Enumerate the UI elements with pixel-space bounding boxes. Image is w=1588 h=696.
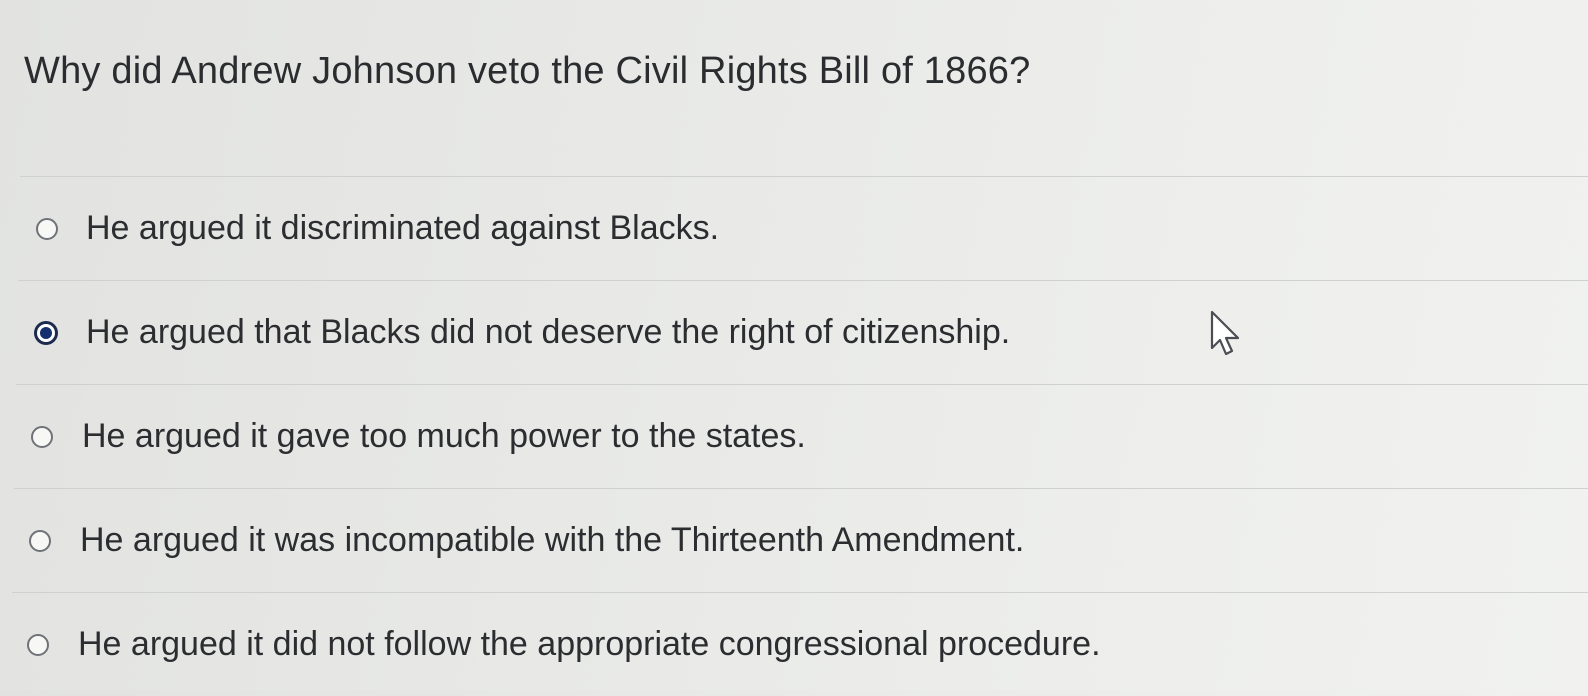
radio-button-icon[interactable] (29, 529, 51, 552)
radio-button-icon[interactable] (31, 425, 53, 448)
answer-option-3[interactable]: He argued it gave too much power to the … (0, 385, 1588, 488)
mouse-pointer-icon (1210, 310, 1240, 356)
question-text: Why did Andrew Johnson veto the Civil Ri… (24, 50, 1031, 92)
answer-label: He argued it did not follow the appropri… (78, 625, 1101, 663)
answer-option-2[interactable]: He argued that Blacks did not deserve th… (0, 281, 1588, 384)
answer-label: He argued it discriminated against Black… (86, 209, 720, 247)
radio-button-selected-icon[interactable] (35, 321, 57, 344)
answer-option-5[interactable]: He argued it did not follow the appropri… (0, 593, 1588, 696)
answer-option-1[interactable]: He argued it discriminated against Black… (0, 177, 1588, 280)
answer-list: He argued it discriminated against Black… (0, 176, 1588, 696)
answer-label: He argued that Blacks did not deserve th… (86, 313, 1011, 351)
answer-label: He argued it gave too much power to the … (82, 417, 806, 455)
radio-button-icon[interactable] (27, 633, 49, 656)
radio-button-icon[interactable] (36, 217, 58, 240)
answer-option-4[interactable]: He argued it was incompatible with the T… (0, 489, 1588, 592)
answer-label: He argued it was incompatible with the T… (80, 521, 1025, 559)
